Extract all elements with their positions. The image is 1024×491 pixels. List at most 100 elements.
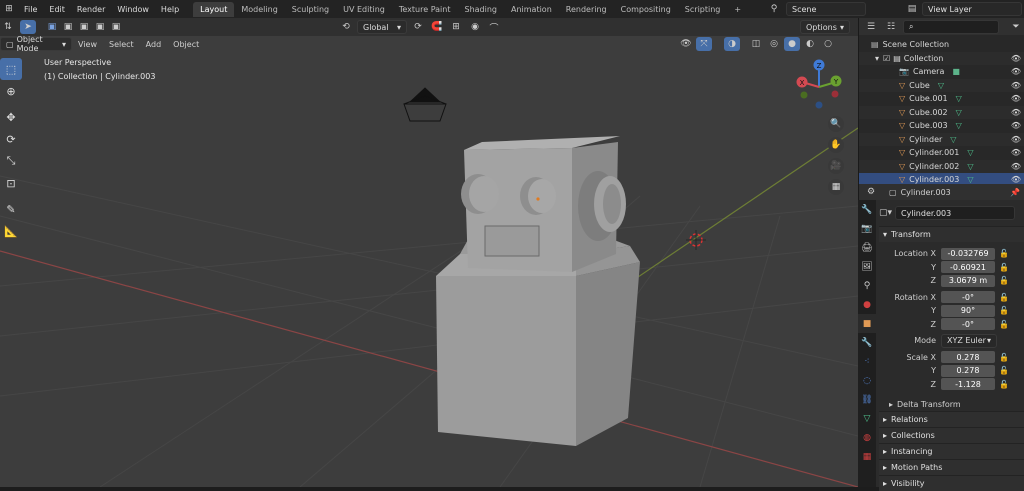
select-mode-new-icon[interactable]: ▣ bbox=[44, 20, 60, 34]
properties-editor-icon[interactable]: ⚙ bbox=[863, 185, 879, 199]
rotate-tool-icon[interactable]: ⟳ bbox=[0, 128, 22, 150]
mode-dropdown[interactable]: ▢ Object Mode ▾ bbox=[0, 35, 72, 53]
material-tab-icon[interactable]: ◍ bbox=[858, 428, 876, 447]
visibility-icon[interactable]: 👁 bbox=[678, 37, 694, 51]
lock-icon[interactable]: 🔓 bbox=[999, 276, 1009, 285]
3d-viewport[interactable]: User Perspective (1) Collection | Cylind… bbox=[0, 36, 858, 487]
lock-icon[interactable]: 🔓 bbox=[999, 263, 1009, 272]
view-layer-icon[interactable]: ▤ bbox=[904, 2, 920, 16]
lock-icon[interactable]: 🔓 bbox=[999, 380, 1009, 389]
outliner-row-cylinder-001[interactable]: ▽ Cylinder.001 ▽ 👁 bbox=[859, 146, 1024, 160]
tab-rendering[interactable]: Rendering bbox=[559, 2, 614, 17]
pin-icon[interactable]: 📌 bbox=[1010, 188, 1020, 197]
select-tool-icon[interactable]: ➤ bbox=[20, 20, 36, 34]
options-dropdown[interactable]: Options ▾ bbox=[800, 20, 850, 34]
rotation-x-field[interactable]: -0° bbox=[941, 291, 995, 304]
visibility-panel-header[interactable]: ▸ Visibility bbox=[879, 475, 1024, 491]
add-workspace-button[interactable]: + bbox=[727, 2, 748, 17]
menu-render[interactable]: Render bbox=[71, 5, 111, 14]
eye-icon[interactable]: 👁 bbox=[1011, 81, 1021, 90]
menu-help[interactable]: Help bbox=[155, 5, 185, 14]
pivot-icon[interactable]: ⟳ bbox=[410, 20, 426, 34]
eye-icon[interactable]: 👁 bbox=[1011, 67, 1021, 76]
proportional-edit-icon[interactable]: ◉ bbox=[467, 20, 483, 34]
tool-tab-icon[interactable]: 🔧 bbox=[858, 200, 876, 219]
robot-mesh[interactable] bbox=[436, 136, 640, 446]
lock-icon[interactable]: 🔓 bbox=[999, 249, 1009, 258]
eye-icon[interactable]: 👁 bbox=[1011, 162, 1021, 171]
display-mode-icon[interactable]: ☷ bbox=[883, 20, 899, 34]
select-box-tool-icon[interactable]: ⬚ bbox=[0, 58, 22, 80]
editor-type-icon[interactable]: ⊞ bbox=[0, 2, 18, 16]
view-layer-tab-icon[interactable]: 🖼 bbox=[858, 257, 876, 276]
outliner-row-cube-002[interactable]: ▽ Cube.002 ▽ 👁 bbox=[859, 105, 1024, 119]
lock-icon[interactable]: 🔓 bbox=[999, 366, 1009, 375]
tab-scripting[interactable]: Scripting bbox=[678, 2, 728, 17]
eye-icon[interactable]: 👁 bbox=[1011, 148, 1021, 157]
lock-icon[interactable]: 🔓 bbox=[999, 306, 1009, 315]
collections-panel-header[interactable]: ▸ Collections bbox=[879, 427, 1024, 443]
outliner-search-input[interactable]: ⌕ bbox=[903, 19, 999, 34]
eye-icon[interactable]: 👁 bbox=[1011, 54, 1021, 63]
menu-object[interactable]: Object bbox=[167, 40, 205, 49]
shading-solid-icon[interactable]: ● bbox=[784, 37, 800, 51]
scale-y-field[interactable]: 0.278 bbox=[941, 364, 995, 377]
outliner-row-cylinder-002[interactable]: ▽ Cylinder.002 ▽ 👁 bbox=[859, 159, 1024, 173]
outliner-editor-icon[interactable]: ☰ bbox=[863, 20, 879, 34]
transform-panel-header[interactable]: ▾ Transform bbox=[879, 226, 1024, 242]
outliner-row-cube-003[interactable]: ▽ Cube.003 ▽ 👁 bbox=[859, 119, 1024, 133]
lock-icon[interactable]: 🔓 bbox=[999, 353, 1009, 362]
move-tool-icon[interactable]: ✥ bbox=[0, 106, 22, 128]
outliner-row-cylinder[interactable]: ▽ Cylinder ▽ 👁 bbox=[859, 132, 1024, 146]
view-layer-selector[interactable]: View Layer bbox=[922, 2, 1022, 16]
lock-icon[interactable]: 🔓 bbox=[999, 320, 1009, 329]
menu-edit[interactable]: Edit bbox=[43, 5, 71, 14]
select-mode-intersect-icon[interactable]: ▣ bbox=[108, 20, 124, 34]
modifier-tab-icon[interactable]: 🔧 bbox=[858, 333, 876, 352]
tab-modeling[interactable]: Modeling bbox=[234, 2, 284, 17]
zoom-icon[interactable]: 🔍 bbox=[828, 116, 844, 132]
location-z-field[interactable]: 3.0679 m bbox=[941, 274, 995, 287]
outliner-row-scene-collection[interactable]: ▤ Scene Collection bbox=[859, 38, 1024, 52]
tool-settings-icon[interactable]: ⇅ bbox=[0, 20, 16, 34]
shading-rendered-icon[interactable]: ○ bbox=[820, 37, 836, 51]
rotation-z-field[interactable]: -0° bbox=[941, 318, 995, 331]
tab-texture-paint[interactable]: Texture Paint bbox=[392, 2, 458, 17]
navigation-gizmo[interactable]: Z X Y bbox=[790, 58, 848, 116]
camera-object[interactable] bbox=[403, 87, 447, 122]
rotation-mode-dropdown[interactable]: XYZ Euler ▾ bbox=[941, 333, 997, 348]
shading-wireframe-icon[interactable]: ◎ bbox=[766, 37, 782, 51]
menu-view[interactable]: View bbox=[72, 40, 103, 49]
tab-animation[interactable]: Animation bbox=[504, 2, 559, 17]
eye-icon[interactable]: 👁 bbox=[1011, 175, 1021, 184]
lock-icon[interactable]: 🔓 bbox=[999, 293, 1009, 302]
snap-icon[interactable]: 🧲 bbox=[429, 20, 445, 34]
tab-layout[interactable]: Layout bbox=[193, 1, 235, 17]
scale-tool-icon[interactable]: ⤡ bbox=[0, 150, 22, 172]
instancing-panel-header[interactable]: ▸ Instancing bbox=[879, 443, 1024, 459]
pan-hand-icon[interactable]: ✋ bbox=[828, 137, 844, 153]
physics-tab-icon[interactable]: ◌ bbox=[858, 371, 876, 390]
location-x-field[interactable]: -0.032769 bbox=[941, 247, 995, 260]
rotation-y-field[interactable]: 90° bbox=[941, 304, 995, 317]
select-mode-subtract-icon[interactable]: ▣ bbox=[76, 20, 92, 34]
output-tab-icon[interactable]: 🖨 bbox=[858, 238, 876, 257]
texture-tab-icon[interactable]: ▦ bbox=[858, 447, 876, 466]
outliner-row-collection[interactable]: ▾ ☑ ▤ Collection 👁 bbox=[859, 51, 1024, 65]
transform-tool-icon[interactable]: ⊡ bbox=[0, 172, 22, 194]
scene-tab-icon[interactable]: ⚲ bbox=[858, 276, 876, 295]
checkbox-icon[interactable]: ☑ bbox=[883, 54, 890, 63]
eye-icon[interactable]: 👁 bbox=[1011, 135, 1021, 144]
outliner-row-camera[interactable]: 📷 Camera ■ 👁 bbox=[859, 65, 1024, 79]
falloff-icon[interactable]: ⌒ bbox=[486, 20, 502, 34]
shading-material-icon[interactable]: ◐ bbox=[802, 37, 818, 51]
measure-tool-icon[interactable]: 📐 bbox=[0, 220, 22, 242]
eye-icon[interactable]: 👁 bbox=[1011, 94, 1021, 103]
menu-select[interactable]: Select bbox=[103, 40, 140, 49]
filter-icon[interactable]: ⏷ bbox=[1008, 20, 1024, 34]
scene-icon[interactable]: ⚲ bbox=[766, 2, 782, 16]
overlay-toggle-icon[interactable]: ◑ bbox=[724, 37, 740, 51]
object-type-icon[interactable]: ▢▾ bbox=[879, 208, 892, 218]
tab-uv-editing[interactable]: UV Editing bbox=[336, 2, 392, 17]
outliner-row-cube-001[interactable]: ▽ Cube.001 ▽ 👁 bbox=[859, 92, 1024, 106]
